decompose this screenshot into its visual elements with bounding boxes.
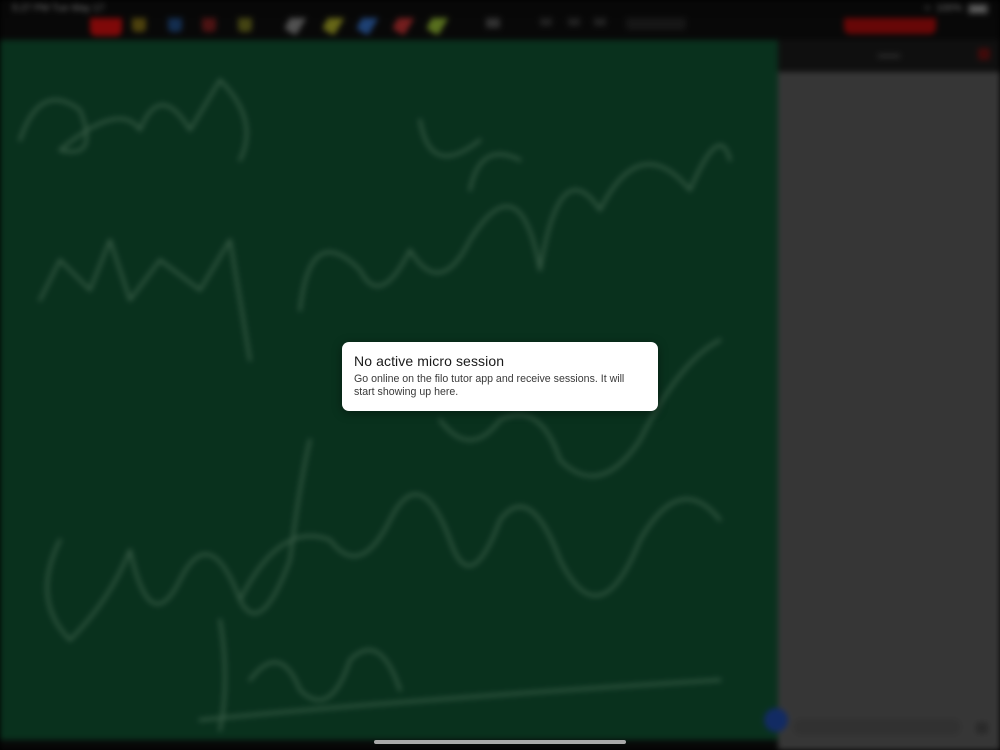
no-session-dialog: No active micro session Go online on the… [342, 342, 658, 411]
dialog-title: No active micro session [354, 353, 505, 369]
dialog-message: Go online on the filo tutor app and rece… [354, 373, 625, 398]
home-indicator[interactable] [374, 740, 626, 744]
